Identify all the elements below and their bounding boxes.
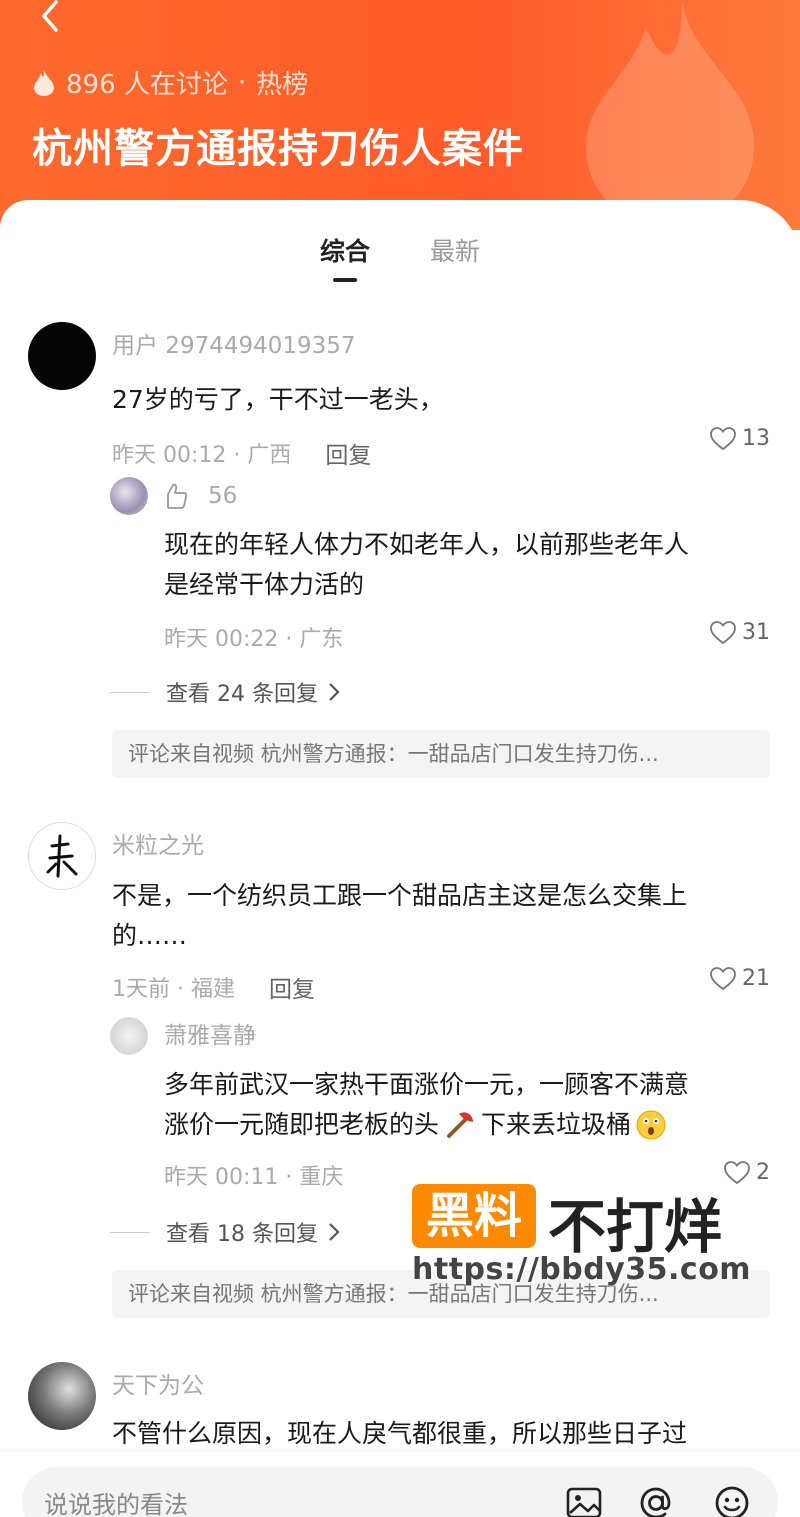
reply-text: 多年前武汉一家热干面涨价一元，一顾客不满意 涨价一元随即把老板的头 下来丢垃圾桶 [164,1065,770,1145]
like-count: 13 [742,426,770,451]
sub-reply: 萧雅喜静 多年前武汉一家热干面涨价一元，一顾客不满意 涨价一元随即把老板的头 下… [110,1017,770,1197]
watermark-badge: 黑料 [412,1184,536,1248]
time-location: 1天前 · 福建 [112,977,235,1002]
avatar[interactable] [110,1017,148,1055]
meta-separator: · [237,67,247,98]
username[interactable]: 米粒之光 [112,826,770,860]
comment-text: 不是，一个纺织员工跟一个甜品店主这是怎么交集上 的…… [112,876,770,956]
back-button[interactable] [30,0,70,40]
image-icon[interactable] [564,1483,604,1517]
username[interactable]: 天下为公 [112,1366,770,1400]
view-more-replies[interactable]: 查看 24 条回复 [110,676,342,708]
participant-count: 896 人在讨论 [66,70,228,100]
avatar[interactable] [110,477,148,515]
time-location: 昨天 00:11 · 重庆 [164,1165,344,1190]
like-count: 31 [742,620,770,645]
heart-icon [710,426,736,450]
chevron-left-icon [42,0,58,32]
avatar[interactable] [28,1362,96,1430]
view-more-label: 查看 24 条回复 [166,682,318,707]
reply-button[interactable]: 回复 [325,436,371,470]
username[interactable]: 用户 2974494019357 [112,326,770,360]
watermark: 黑料 不打烊 https://bbdy35.com [412,1180,752,1290]
view-more-replies[interactable]: 查看 18 条回复 [110,1216,342,1248]
tab-comprehensive[interactable]: 综合 [320,232,370,282]
reply-text-line: 涨价一元随即把老板的头 [164,1110,440,1139]
flame-icon [586,2,754,226]
watermark-url: https://bbdy35.com [412,1252,752,1287]
discussion-meta: 896 人在讨论 · 热榜 [32,64,308,101]
like-button[interactable]: 31 [710,620,770,645]
author-like-badge: 56 [164,477,237,515]
reply-text-line: 是经常干体力活的 [164,570,365,599]
comment-input-bar: 说说我的看法 [0,1450,800,1517]
topic-header: 896 人在讨论 · 热榜 杭州警方通报持刀伤人案件 [0,0,800,230]
comment-text-line: 的…… [112,921,188,950]
thumbs-up-icon [167,483,188,509]
like-count: 21 [742,966,770,991]
source-video-link[interactable]: 评论来自视频 杭州警方通报：一甜品店门口发生持刀伤... [112,730,770,778]
input-placeholder: 说说我的看法 [44,1491,188,1517]
comment-text-line: 不是，一个纺织员工跟一个甜品店主这是怎么交集上 [112,881,688,910]
reply-text-line: 下来丢垃圾桶 [481,1110,632,1139]
reply-text: 现在的年轻人体力不如老年人，以前那些老年人 是经常干体力活的 [164,525,770,605]
page-title: 杭州警方通报持刀伤人案件 [32,126,524,172]
like-count: 2 [756,1160,770,1185]
rank-label: 热榜 [256,70,309,100]
at-mention-icon[interactable] [636,1483,676,1517]
view-more-label: 查看 18 条回复 [166,1222,318,1247]
time-location: 昨天 00:12 · 广西 [112,443,292,468]
comment-text: 27岁的亏了，干不过一老头， [112,385,444,414]
chevron-right-icon [329,683,340,701]
chevron-right-icon [329,1223,340,1241]
emoji-icon[interactable] [712,1483,752,1517]
tab-latest[interactable]: 最新 [430,232,480,282]
tab-bar: 综合 最新 [0,232,800,282]
heart-icon [710,966,736,990]
divider [110,1231,150,1233]
sub-reply: 56 现在的年轻人体力不如老年人，以前那些老年人 是经常干体力活的 昨天 00:… [110,477,770,652]
avatar[interactable] [28,822,96,890]
reply-button[interactable]: 回复 [269,970,315,1004]
badge-count: 56 [208,483,238,509]
flame-small-icon [34,69,54,96]
axe-emoji-icon [447,1112,474,1138]
calligraphy-logo-icon [46,834,78,878]
reply-text-line: 现在的年轻人体力不如老年人，以前那些老年人 [164,530,690,559]
username[interactable]: 萧雅喜静 [164,1017,256,1055]
comment-input[interactable]: 说说我的看法 [22,1467,778,1517]
avatar[interactable] [28,322,96,390]
shocked-emoji-icon [636,1110,666,1140]
comment-text: 不管什么原因，现在人戾气都很重，所以那些日子过 [112,1419,688,1448]
heart-icon [710,620,736,644]
like-button[interactable]: 21 [710,966,770,991]
divider [110,691,150,693]
reply-text-line: 多年前武汉一家热干面涨价一元，一顾客不满意 [164,1070,690,1099]
like-button[interactable]: 13 [710,426,770,451]
time-location: 昨天 00:22 · 广东 [164,627,344,652]
